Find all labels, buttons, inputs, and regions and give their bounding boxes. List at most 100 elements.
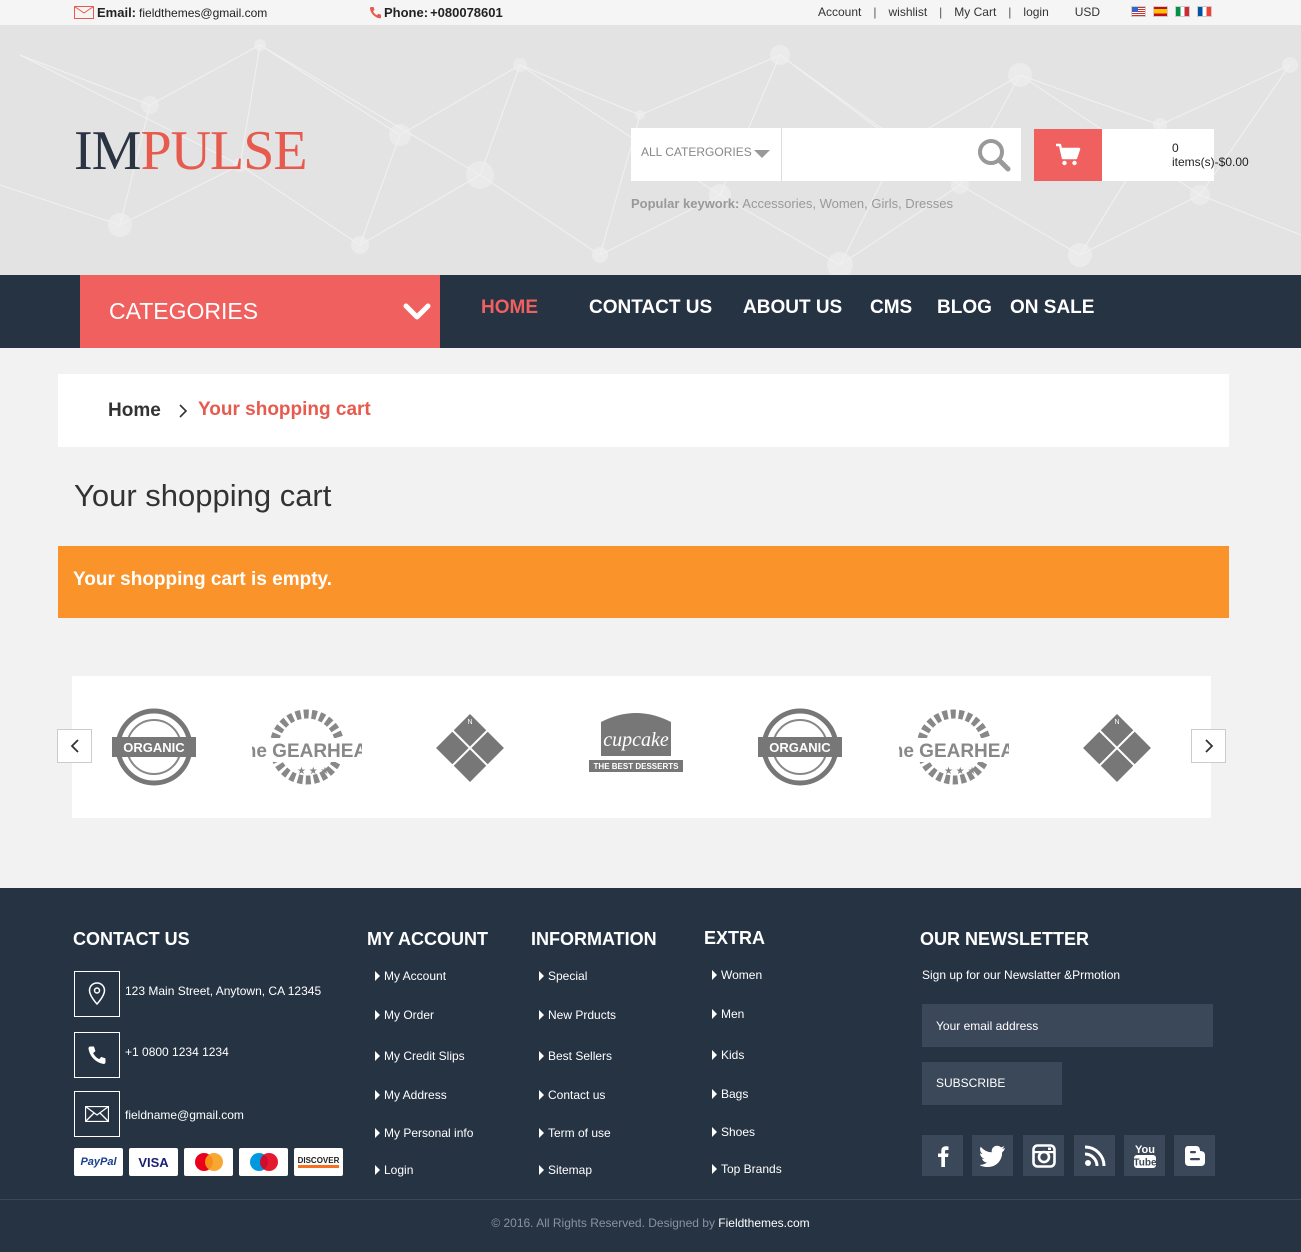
nav-item-cms[interactable]: CMS	[870, 297, 937, 319]
breadcrumb-current: Your shopping cart	[198, 399, 371, 420]
youtube-button[interactable]: You Tube	[1124, 1135, 1165, 1176]
nav-item-contact-us[interactable]: CONTACT US	[589, 297, 743, 319]
search-bar: ALL CATERGORIES	[631, 128, 1021, 181]
currency-selector[interactable]: USD	[1075, 5, 1100, 19]
brand-logo-cupcake[interactable]: cupcake THE BEST DESSERTS	[587, 708, 685, 784]
site-logo[interactable]: IMPULSE	[74, 120, 308, 182]
email-label: Email:	[97, 5, 137, 20]
search-button[interactable]	[968, 128, 1021, 181]
nav-item-home[interactable]: HOME	[481, 297, 589, 319]
wishlist-link[interactable]: wishlist	[888, 5, 927, 19]
chevron-down-icon	[403, 303, 431, 320]
footer-link[interactable]: Term of use	[539, 1126, 611, 1140]
facebook-button[interactable]	[922, 1135, 963, 1176]
brand-logo-organic[interactable]: ORGANIC	[110, 708, 198, 786]
footer-link[interactable]: Men	[712, 1007, 744, 1021]
nav-item-on-sale[interactable]: ON SALE	[1010, 297, 1094, 319]
rss-button[interactable]	[1074, 1135, 1115, 1176]
twitter-icon	[979, 1145, 1005, 1167]
category-select[interactable]: ALL CATERGORIES	[631, 128, 782, 181]
popular-label: Popular keywork:	[631, 196, 740, 211]
brand-carousel: ORGANIC The GEARHEAD ★ ★ ★ N cupcake THE…	[72, 676, 1211, 818]
blogger-icon	[1184, 1145, 1205, 1166]
divider: |	[939, 5, 943, 19]
visa-card-icon: VISA	[129, 1148, 178, 1176]
svg-text:You: You	[1135, 1144, 1155, 1156]
carousel-next-button[interactable]	[1191, 729, 1226, 763]
carousel-prev-button[interactable]	[57, 729, 92, 763]
map-pin-icon	[88, 982, 106, 1006]
copyright: © 2016. All Rights Reserved. Designed by…	[0, 1216, 1301, 1230]
spain-flag-icon[interactable]	[1153, 6, 1168, 17]
brand-logo-gearhead[interactable]: The GEARHEAD ★ ★ ★	[252, 708, 362, 786]
cart-summary: 0 items(s)-$0.00	[1172, 141, 1249, 169]
nav-item-about-us[interactable]: ABOUT US	[743, 297, 870, 319]
footer-link[interactable]: Top Brands	[712, 1162, 782, 1176]
footer-link[interactable]: My Credit Slips	[375, 1049, 465, 1063]
top-bar: Email: fieldthemes@gmail.com Phone: +0800…	[0, 0, 1301, 25]
breadcrumb-home[interactable]: Home	[108, 400, 161, 422]
footer-link[interactable]: Kids	[712, 1048, 744, 1062]
divider: |	[1008, 5, 1012, 19]
twitter-button[interactable]	[972, 1135, 1013, 1176]
footer-link[interactable]: Sitemap	[539, 1163, 592, 1177]
language-flags	[1131, 6, 1212, 17]
discover-card-icon: DISCOVER	[294, 1148, 343, 1176]
footer-link[interactable]: Shoes	[712, 1125, 755, 1139]
cart-button[interactable]	[1034, 129, 1102, 181]
footer-newsletter-heading: OUR NEWSLETTER	[920, 929, 1089, 949]
logo-part-im: IM	[74, 120, 141, 182]
account-link[interactable]: Account	[818, 5, 861, 19]
footer-link[interactable]: My Personal info	[375, 1126, 473, 1140]
categories-label: CATEGORIES	[109, 298, 259, 324]
brand-logo-compass[interactable]: N	[1077, 708, 1157, 788]
search-input[interactable]	[781, 128, 968, 181]
search-icon	[978, 138, 1011, 171]
footer-link[interactable]: Special	[539, 969, 587, 983]
footer-link[interactable]: My Account	[375, 969, 446, 983]
brand-logo-gearhead[interactable]: The GEARHEAD ★ ★ ★	[899, 708, 1009, 786]
youtube-icon: YouTube	[1133, 1144, 1157, 1169]
svg-text:N: N	[467, 719, 472, 726]
brand-logo-organic[interactable]: ORGANIC	[756, 708, 844, 786]
page-title: Your shopping cart	[74, 478, 332, 513]
subscribe-button[interactable]: SUBSCRIBE	[922, 1062, 1062, 1105]
footer-link[interactable]: Bags	[712, 1087, 748, 1101]
main-nav: CATEGORIES HOME CONTACT US ABOUT US CMS …	[0, 275, 1301, 348]
footer-link[interactable]: My Address	[375, 1088, 447, 1102]
popular-keyword-list[interactable]: Accessories, Women, Girls, Dresses	[742, 196, 953, 211]
italy-flag-icon[interactable]	[1175, 6, 1190, 17]
brand-logo-text: ORGANIC	[769, 740, 831, 755]
us-flag-icon[interactable]	[1131, 6, 1146, 17]
my-cart-link[interactable]: My Cart	[954, 5, 996, 19]
instagram-button[interactable]	[1023, 1135, 1064, 1176]
breadcrumb: Home Your shopping cart	[58, 374, 1229, 447]
categories-dropdown[interactable]: CATEGORIES	[80, 275, 440, 348]
blogger-button[interactable]	[1174, 1135, 1215, 1176]
phone-value: +080078601	[430, 5, 503, 20]
category-select-value: ALL CATERGORIES	[641, 145, 752, 159]
newsletter-email-input[interactable]	[922, 1004, 1213, 1047]
instagram-icon	[1031, 1143, 1056, 1168]
chevron-right-icon	[1204, 739, 1213, 753]
footer-link[interactable]: New Prducts	[539, 1008, 616, 1022]
footer-link[interactable]: Contact us	[539, 1088, 605, 1102]
mini-cart[interactable]: 0 items(s)-$0.00	[1034, 129, 1249, 181]
footer-link[interactable]: My Order	[375, 1008, 434, 1022]
footer-link[interactable]: Login	[375, 1163, 413, 1177]
email-value[interactable]: fieldthemes@gmail.com	[139, 6, 267, 20]
designer-link[interactable]: Fieldthemes.com	[718, 1216, 809, 1230]
france-flag-icon[interactable]	[1197, 6, 1212, 17]
footer-link[interactable]: Women	[712, 968, 762, 982]
svg-text:THE BEST DESSERTS: THE BEST DESSERTS	[594, 762, 680, 771]
footer-my-account-heading: MY ACCOUNT	[367, 929, 488, 949]
topbar-phone: Phone: +080078601	[369, 5, 503, 20]
login-link[interactable]: login	[1023, 5, 1048, 19]
shopping-cart-icon	[1056, 143, 1081, 166]
email-icon-box	[74, 1091, 120, 1137]
footer-email[interactable]: fieldname@gmail.com	[125, 1108, 244, 1122]
nav-item-blog[interactable]: BLOG	[937, 297, 1010, 319]
svg-text:★ ★ ★: ★ ★ ★	[944, 766, 976, 777]
brand-logo-compass[interactable]: N	[430, 708, 510, 788]
footer-link[interactable]: Best Sellers	[539, 1049, 612, 1063]
